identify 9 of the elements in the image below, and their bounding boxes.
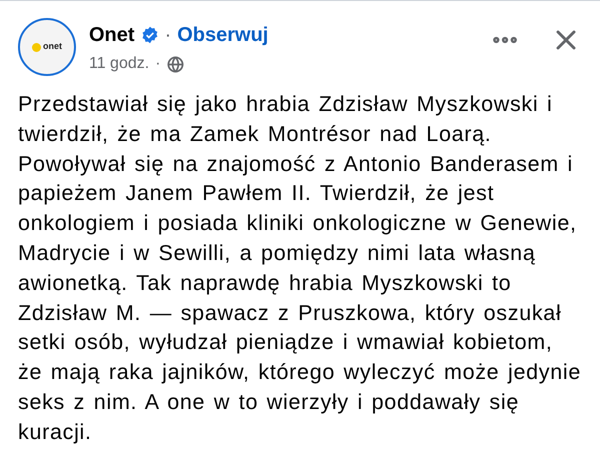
avatar-logo-text: onet bbox=[43, 40, 62, 54]
post-time[interactable]: 11 godz. bbox=[89, 52, 150, 76]
post-text: Przedstawiał się jako hrabia Zdzisław Myszkowski i twierdził, że ma Zamek Montrésor nad Loarą. Powoływał się na znajomość z Antonio Banderasem i papieżem Janem Pawłem II. Twierdził, że jest onkologiem i posiada kliniki onkologiczne w Genewie, Madrycie i w Sewilli, a pomiędzy nimi lata własną awionetką. Tak naprawdę hrabia Myszkowski to Zdzisław M. — spawacz z Pruszkowa, który oszukał setki osób, wyłudzał pieniądze i wmawiał kobietom, że mają raka jajników, którego wyleczyć może jedynie seks z nim. A one w to wierzyły i poddawały się kuracji. bbox=[17, 91, 582, 446]
follow-link[interactable]: Obserwuj bbox=[177, 22, 268, 48]
separator-dot: · bbox=[164, 23, 172, 48]
separator-dot: · bbox=[155, 54, 161, 74]
globe-icon bbox=[166, 56, 184, 72]
avatar[interactable]: onet bbox=[18, 18, 76, 76]
author-name[interactable]: Onet bbox=[89, 22, 135, 48]
